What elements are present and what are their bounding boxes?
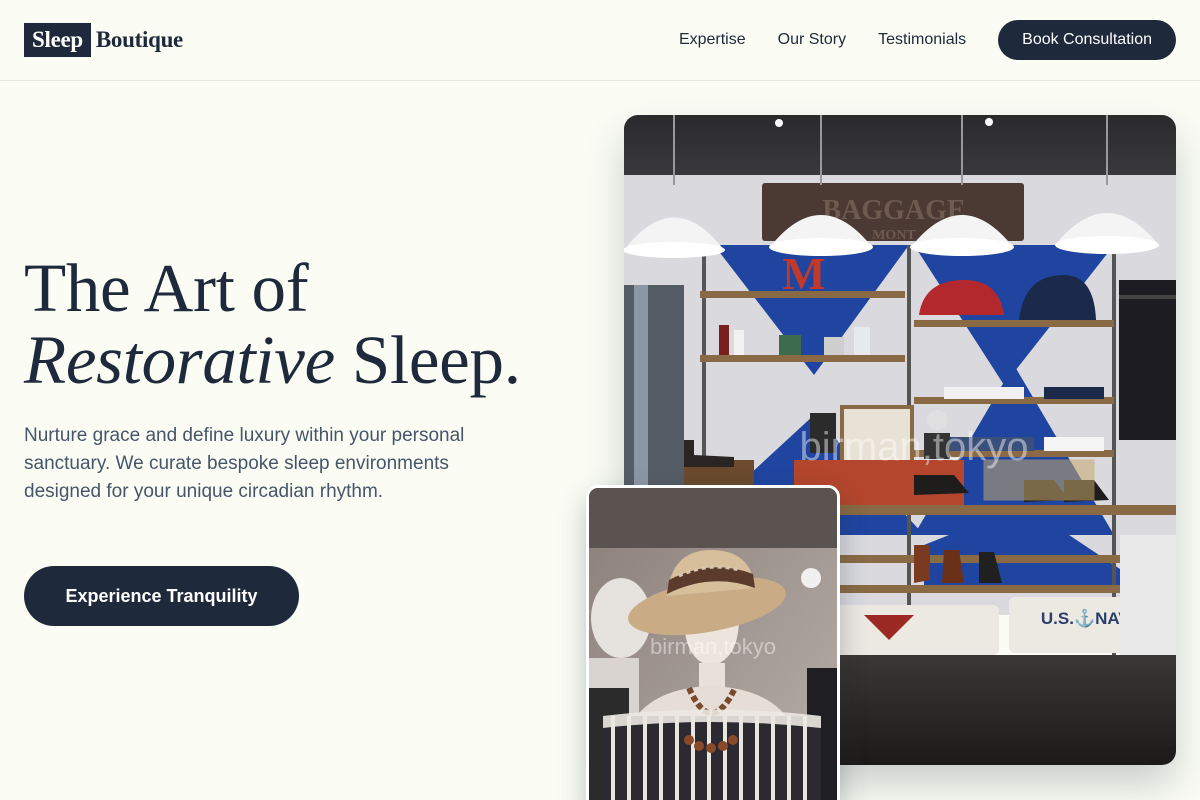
store-sign-sub: MONT [872, 228, 916, 243]
hero-headline-italic: Restorative [24, 322, 335, 398]
hero-headline: The Art of Restorative Sleep. [24, 252, 521, 396]
hero-description: Nurture grace and define luxury within y… [24, 425, 465, 502]
brand-logo-text: Boutique [95, 27, 183, 52]
mannequin-illustration: birman,tokyo [589, 488, 837, 800]
book-consultation-button[interactable]: Book Consultation [998, 20, 1176, 60]
brand-logo[interactable]: Sleep Boutique [24, 23, 183, 57]
mannequin-photo: birman,tokyo [586, 485, 840, 800]
nav-link-testimonials[interactable]: Testimonials [878, 31, 966, 49]
main-nav: Expertise Our Story Testimonials Book Co… [679, 20, 1176, 60]
site-header: Sleep Boutique Expertise Our Story Testi… [0, 0, 1200, 81]
hero-headline-line1: The Art of [24, 250, 309, 326]
nav-link-our-story[interactable]: Our Story [778, 31, 846, 49]
hero-headline-line2: Sleep. [334, 322, 521, 398]
brand-logo-highlight: Sleep [24, 23, 91, 57]
nav-link-expertise[interactable]: Expertise [679, 31, 746, 49]
experience-tranquility-button[interactable]: Experience Tranquility [24, 566, 299, 626]
photo-watermark: birman,tokyo [800, 425, 1029, 469]
mannequin-watermark: birman,tokyo [650, 634, 776, 659]
